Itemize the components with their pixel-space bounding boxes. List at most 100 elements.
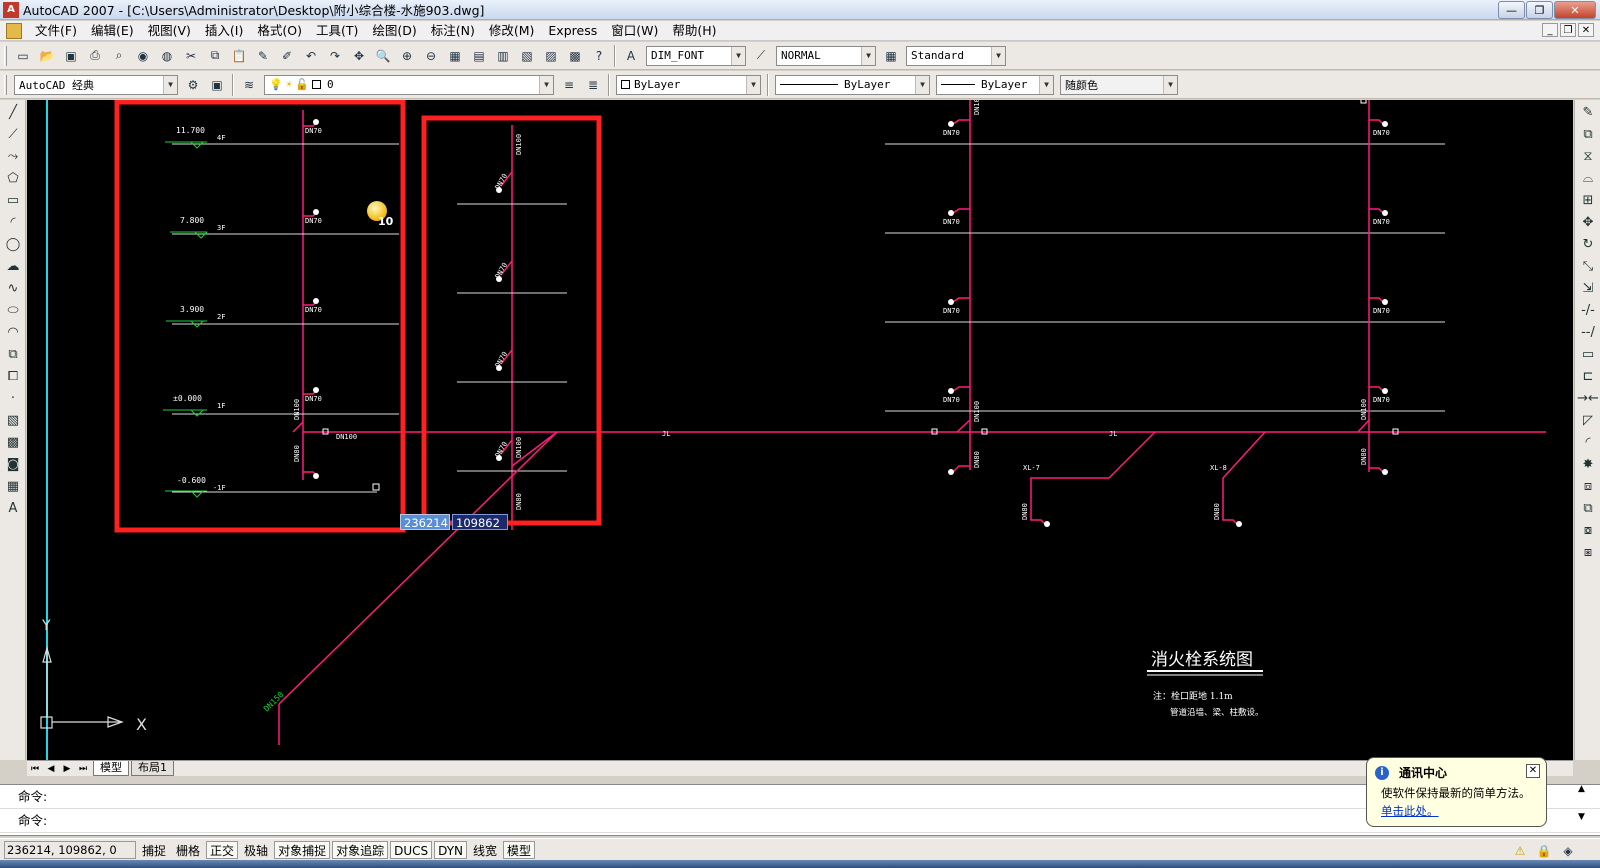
offset-icon[interactable]: ⌓: [1577, 168, 1599, 188]
menu-express[interactable]: Express: [541, 21, 604, 41]
draw-order-icon[interactable]: ⧈: [1577, 476, 1599, 496]
move-icon[interactable]: ✥: [1577, 212, 1599, 232]
workspace-select[interactable]: AutoCAD 经典 ▼: [14, 74, 178, 95]
tool-palettes-icon[interactable]: ▥: [493, 46, 513, 66]
array-icon[interactable]: ⊞: [1577, 190, 1599, 210]
otrack-toggle[interactable]: 对象追踪: [332, 840, 389, 859]
menu-dimension[interactable]: 标注(N): [424, 21, 482, 41]
zoom-previous-icon[interactable]: ⊖: [421, 46, 441, 66]
linetype-select[interactable]: ByLayer ▼: [775, 74, 930, 95]
copy-object-icon[interactable]: ⧉: [1577, 124, 1599, 144]
ellipse-icon[interactable]: ⬭: [2, 300, 24, 320]
dyn-toggle[interactable]: DYN: [434, 840, 468, 859]
erase-icon[interactable]: ✎: [1577, 102, 1599, 122]
match-properties-icon[interactable]: ✎: [253, 46, 273, 66]
menu-tools[interactable]: 工具(T): [309, 21, 365, 41]
break-at-point-icon[interactable]: ▭: [1577, 344, 1599, 364]
help-icon[interactable]: ?: [589, 46, 609, 66]
chevron-down-icon[interactable]: ▼: [1039, 75, 1053, 94]
chevron-down-icon[interactable]: ▼: [731, 46, 745, 65]
doc-restore-button[interactable]: ❐: [1560, 23, 1576, 37]
next-tab-icon[interactable]: ▶: [59, 762, 75, 776]
plot-preview-icon[interactable]: ⌕: [109, 46, 129, 66]
bring-above-icon[interactable]: ⧆: [1577, 542, 1599, 562]
design-publish-icon[interactable]: ◍: [157, 46, 177, 66]
layer-select[interactable]: 💡 ☀ 🔓 0 ▼: [264, 74, 554, 95]
construction-line-icon[interactable]: ⟋: [2, 124, 24, 144]
osnap-toggle[interactable]: 对象捕捉: [274, 840, 331, 859]
menu-format[interactable]: 格式(O): [250, 21, 309, 41]
prev-tab-icon[interactable]: ◀: [43, 762, 59, 776]
menu-window[interactable]: 窗口(W): [604, 21, 665, 41]
model-toggle[interactable]: 模型: [503, 840, 536, 859]
trim-icon[interactable]: -/-: [1577, 300, 1599, 320]
coordinate-display[interactable]: 236214, 109862, 0: [4, 840, 136, 859]
rectangle-icon[interactable]: ▭: [2, 190, 24, 210]
hatch-icon[interactable]: ▧: [2, 410, 24, 430]
polyline-icon[interactable]: ⤳: [2, 146, 24, 166]
menu-edit[interactable]: 编辑(E): [84, 21, 141, 41]
chevron-down-icon[interactable]: ▼: [991, 46, 1005, 65]
command-input[interactable]: 命令:: [0, 809, 1600, 833]
scroll-down-icon[interactable]: ▼: [1578, 812, 1592, 822]
toolbar-grip[interactable]: [4, 45, 7, 66]
menu-insert[interactable]: 插入(I): [198, 21, 250, 41]
stretch-icon[interactable]: ⇲: [1577, 278, 1599, 298]
save-icon[interactable]: ▣: [61, 46, 81, 66]
zoom-realtime-icon[interactable]: 🔍: [373, 46, 393, 66]
polygon-icon[interactable]: ⬠: [2, 168, 24, 188]
lock-icon[interactable]: 🔒: [1534, 841, 1554, 861]
chevron-down-icon[interactable]: ▼: [1163, 75, 1177, 94]
join-icon[interactable]: →←: [1577, 388, 1599, 408]
publish-icon[interactable]: ◉: [133, 46, 153, 66]
ducs-toggle[interactable]: DUCS: [390, 840, 433, 859]
plot-icon[interactable]: ⎙: [85, 46, 105, 66]
table-style-icon[interactable]: ▦: [881, 46, 901, 66]
break-icon[interactable]: ⊏: [1577, 366, 1599, 386]
grid-toggle[interactable]: 栅格: [172, 841, 204, 859]
first-tab-icon[interactable]: ⏮: [27, 762, 43, 776]
menu-help[interactable]: 帮助(H): [665, 21, 723, 41]
cut-icon[interactable]: ✂: [181, 46, 201, 66]
bring-front-icon[interactable]: ⧉: [1577, 498, 1599, 518]
open-file-icon[interactable]: 📂: [37, 46, 57, 66]
table-style-select[interactable]: Standard ▼: [906, 45, 1006, 66]
table-icon[interactable]: ▦: [2, 476, 24, 496]
explode-icon[interactable]: ✸: [1577, 454, 1599, 474]
text-style-icon[interactable]: A: [621, 46, 641, 66]
arc-icon[interactable]: ◜: [2, 212, 24, 232]
workspace-settings-icon[interactable]: ⚙: [183, 75, 203, 95]
restore-button[interactable]: ❐: [1526, 1, 1553, 19]
doc-minimize-button[interactable]: _: [1542, 23, 1558, 37]
lineweight-select[interactable]: ByLayer ▼: [936, 74, 1054, 95]
pan-icon[interactable]: ✥: [349, 46, 369, 66]
warning-icon[interactable]: ⚠: [1510, 841, 1530, 861]
revision-cloud-icon[interactable]: ☁: [2, 256, 24, 276]
zoom-window-icon[interactable]: ⊕: [397, 46, 417, 66]
workspace-save-icon[interactable]: ▣: [207, 75, 227, 95]
fillet-icon[interactable]: ◜: [1577, 432, 1599, 452]
mirror-icon[interactable]: ⧖: [1577, 146, 1599, 166]
chevron-down-icon[interactable]: ▼: [861, 46, 875, 65]
make-block-icon[interactable]: ⧠: [2, 366, 24, 386]
close-icon[interactable]: ✕: [1526, 764, 1540, 778]
polar-toggle[interactable]: 极轴: [240, 841, 272, 859]
block-editor-icon[interactable]: ✐: [277, 46, 297, 66]
menu-file[interactable]: 文件(F): [28, 21, 84, 41]
multiline-text-icon[interactable]: A: [2, 498, 24, 518]
menu-modify[interactable]: 修改(M): [482, 21, 542, 41]
properties-icon[interactable]: ▦: [445, 46, 465, 66]
calculator-icon[interactable]: ▩: [565, 46, 585, 66]
new-file-icon[interactable]: ▭: [13, 46, 33, 66]
dim-style-select[interactable]: NORMAL ▼: [776, 45, 876, 66]
circle-icon[interactable]: ◯: [2, 234, 24, 254]
undo-icon[interactable]: ↶: [301, 46, 321, 66]
close-button[interactable]: ✕: [1554, 1, 1596, 19]
menu-view[interactable]: 视图(V): [141, 21, 198, 41]
design-center-icon[interactable]: ▤: [469, 46, 489, 66]
ellipse-arc-icon[interactable]: ◠: [2, 322, 24, 342]
plot-style-select[interactable]: 随颜色 ▼: [1060, 74, 1178, 95]
send-back-icon[interactable]: ⧇: [1577, 520, 1599, 540]
paste-icon[interactable]: 📋: [229, 46, 249, 66]
region-icon[interactable]: ◙: [2, 454, 24, 474]
